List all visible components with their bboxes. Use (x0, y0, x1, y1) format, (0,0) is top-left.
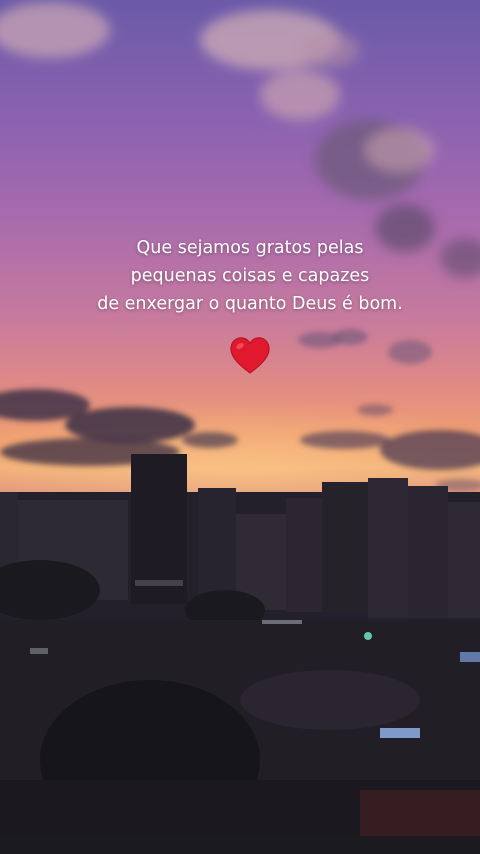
sky-and-city-scene (0, 2, 480, 836)
quote-line-2: pequenas coisas e capazes (130, 266, 370, 286)
city-skyline (0, 454, 480, 836)
quote-line-3: de enxergar o quanto Deus é bom. (97, 294, 403, 314)
quote-line-1: Que sejamos gratos pelas (136, 238, 364, 258)
red-heart-icon (230, 337, 270, 374)
story-background: Que sejamos gratos pelas pequenas coisas… (0, 0, 480, 836)
bottom-bar (0, 836, 480, 854)
quote-text: Que sejamos gratos pelas pequenas coisas… (40, 234, 460, 318)
